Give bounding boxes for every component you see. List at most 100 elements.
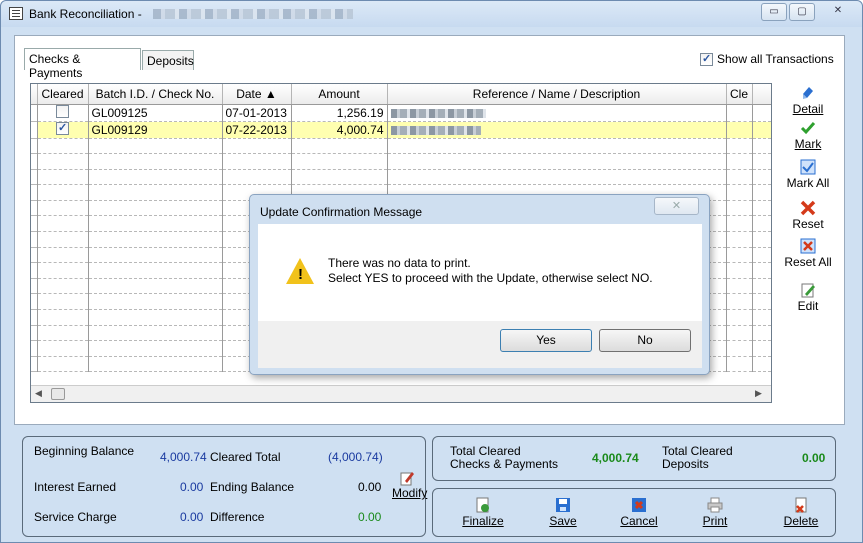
cle-cell <box>726 121 753 139</box>
show-all-label: Show all Transactions <box>717 52 834 66</box>
difference-label: Difference <box>210 510 265 524</box>
empty-cell <box>726 231 753 248</box>
window-title: Bank Reconciliation - <box>29 7 142 21</box>
date-cell: 07-01-2013 <box>222 104 292 122</box>
empty-cell <box>752 200 771 217</box>
col-header-date[interactable]: Date ▲ <box>222 84 292 105</box>
cancel-button[interactable]: Cancel <box>614 497 664 528</box>
col-header-amount[interactable]: Amount <box>291 84 388 105</box>
detail-button[interactable]: Detail <box>782 85 834 116</box>
edit-button[interactable]: Edit <box>782 282 834 313</box>
scroll-thumb[interactable] <box>51 388 65 400</box>
empty-cell <box>37 231 89 248</box>
print-button[interactable]: Print <box>690 497 740 528</box>
tab-checks-payments[interactable]: Checks & Payments <box>24 48 141 80</box>
empty-cell <box>37 200 89 217</box>
empty-cell <box>37 247 89 264</box>
empty-cell <box>387 153 727 170</box>
scroll-left-icon[interactable]: ◀ <box>35 388 42 399</box>
cleared-cell[interactable] <box>37 104 89 122</box>
table-row-selected[interactable]: GL009129 07-22-2013 4,000.74 <box>31 121 771 139</box>
print-icon <box>707 497 723 513</box>
minimize-button[interactable]: ▭ <box>761 3 787 21</box>
warning-icon-mark: ! <box>298 266 303 283</box>
service-charge-value: 0.00 <box>180 510 204 524</box>
horizontal-scrollbar[interactable]: ◀ ▶ <box>31 385 771 402</box>
table-row-empty[interactable] <box>31 138 771 155</box>
close-button[interactable]: ✕ <box>825 3 851 21</box>
empty-cell <box>387 138 727 155</box>
empty-cell <box>752 356 771 373</box>
title-bar: Bank Reconciliation - ▭ ▢ ✕ <box>1 1 862 27</box>
edit-icon <box>801 283 815 298</box>
empty-cell <box>291 153 388 170</box>
cleared-cell[interactable] <box>37 121 89 139</box>
col-header-batch[interactable]: Batch I.D. / Check No. <box>88 84 223 105</box>
empty-cell <box>222 169 292 186</box>
maximize-icon: ▢ <box>797 6 807 17</box>
window-app-icon <box>9 7 23 20</box>
dialog-close-button[interactable]: ✕ <box>654 197 699 215</box>
save-icon <box>556 498 570 512</box>
total-cleared-deposits-label: Total Cleared Deposits <box>662 444 733 471</box>
dialog-message-line-2: Select YES to proceed with the Update, o… <box>328 271 653 285</box>
empty-cell <box>222 153 292 170</box>
col-header-reference[interactable]: Reference / Name / Description <box>387 84 727 105</box>
dialog-title: Update Confirmation Message <box>260 205 423 219</box>
show-all-checkbox[interactable] <box>700 52 713 66</box>
maximize-button[interactable]: ▢ <box>789 3 815 21</box>
cleared-checkbox[interactable] <box>56 104 69 118</box>
empty-cell <box>88 200 223 217</box>
col-header-filler <box>752 84 771 105</box>
reset-button[interactable]: Reset <box>782 200 834 231</box>
empty-cell <box>88 247 223 264</box>
finalize-button[interactable]: Finalize <box>458 497 508 528</box>
date-cell: 07-22-2013 <box>222 121 292 139</box>
empty-cell <box>752 184 771 201</box>
empty-cell <box>37 215 89 233</box>
interest-earned-label: Interest Earned <box>34 480 117 494</box>
empty-cell <box>726 309 753 326</box>
col-header-cleared[interactable]: Cleared <box>37 84 89 105</box>
empty-cell <box>88 278 223 295</box>
empty-cell <box>752 278 771 295</box>
update-confirmation-dialog: Update Confirmation Message ✕ ! There wa… <box>249 194 710 375</box>
empty-cell <box>291 138 388 155</box>
empty-cell <box>88 309 223 326</box>
show-all-transactions[interactable]: Show all Transactions <box>700 52 834 66</box>
mark-all-button[interactable]: Mark All <box>782 159 834 190</box>
table-row-empty[interactable] <box>31 169 771 186</box>
delete-icon <box>795 497 807 513</box>
empty-cell <box>88 340 223 357</box>
no-button[interactable]: No <box>599 329 691 352</box>
table-row-empty[interactable] <box>31 153 771 170</box>
yes-button[interactable]: Yes <box>500 329 592 352</box>
finalize-icon <box>476 497 489 513</box>
col-header-cle[interactable]: Cle <box>726 84 753 105</box>
empty-cell <box>726 262 753 279</box>
table-row[interactable]: GL009125 07-01-2013 1,256.19 <box>31 104 771 122</box>
dialog-message: There was no data to print. Select YES t… <box>328 256 653 286</box>
mark-button[interactable]: Mark <box>782 120 834 151</box>
total-cleared-cp-label: Total Cleared Checks & Payments <box>450 444 559 471</box>
empty-cell <box>726 153 753 170</box>
dialog-body: ! There was no data to print. Select YES… <box>258 224 702 321</box>
cleared-checkbox[interactable] <box>56 121 69 135</box>
delete-button[interactable]: Delete <box>776 497 826 528</box>
save-button[interactable]: Save <box>538 497 588 528</box>
tab-deposits[interactable]: Deposits <box>142 50 194 70</box>
empty-cell <box>752 340 771 357</box>
reset-icon <box>800 200 816 216</box>
modify-icon <box>400 472 414 486</box>
empty-cell <box>37 184 89 201</box>
empty-cell <box>37 278 89 295</box>
empty-cell <box>291 169 388 186</box>
modify-button[interactable]: Modify <box>392 470 427 500</box>
empty-cell <box>88 356 223 373</box>
empty-cell <box>752 153 771 170</box>
empty-cell <box>726 138 753 155</box>
reset-all-button[interactable]: Reset All <box>782 238 834 269</box>
scroll-right-icon[interactable]: ▶ <box>755 388 762 399</box>
reference-cell <box>387 104 727 122</box>
dialog-message-line-1: There was no data to print. <box>328 256 471 270</box>
